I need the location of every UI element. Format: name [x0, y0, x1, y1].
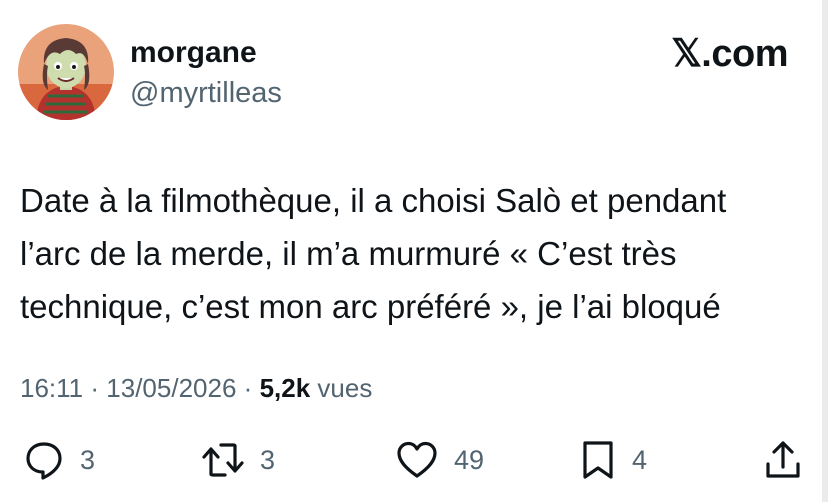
like-count: 49: [454, 444, 485, 475]
share-button[interactable]: [762, 436, 804, 484]
like-button[interactable]: 49: [394, 436, 484, 484]
views-count: 5,2k: [259, 373, 311, 403]
right-edge-divider: [822, 0, 828, 502]
reply-button[interactable]: 3: [22, 436, 95, 484]
author-display-name[interactable]: morgane: [130, 36, 257, 70]
views-label: vues: [317, 373, 373, 403]
author-handle[interactable]: @myrtilleas: [130, 76, 282, 110]
tweet-time[interactable]: 16:11: [20, 373, 83, 403]
bookmark-icon: [583, 441, 613, 479]
bookmark-count: 4: [632, 444, 648, 475]
meta-separator: ·: [243, 373, 253, 403]
tweet-date[interactable]: 13/05/2026: [106, 373, 236, 403]
bookmark-button[interactable]: 4: [578, 436, 647, 484]
reply-count: 3: [80, 444, 96, 475]
action-bar: 3 3 49 4: [0, 436, 828, 484]
avatar[interactable]: [18, 24, 114, 120]
meta-separator: ·: [90, 373, 100, 403]
repost-icon: [202, 443, 244, 477]
reply-icon: [26, 442, 62, 480]
cartoon-avatar-icon: [18, 24, 114, 120]
tweet-text: Date à la filmothèque, il a choisi Salò …: [20, 182, 727, 325]
share-icon: [766, 441, 800, 478]
heart-icon: [397, 441, 437, 478]
brand-logo: 𝕏.com: [671, 33, 788, 75]
repost-count: 3: [260, 444, 276, 475]
tweet-meta: 16:11 · 13/05/2026 · 5,2k vues: [20, 370, 372, 406]
repost-button[interactable]: 3: [200, 436, 275, 484]
